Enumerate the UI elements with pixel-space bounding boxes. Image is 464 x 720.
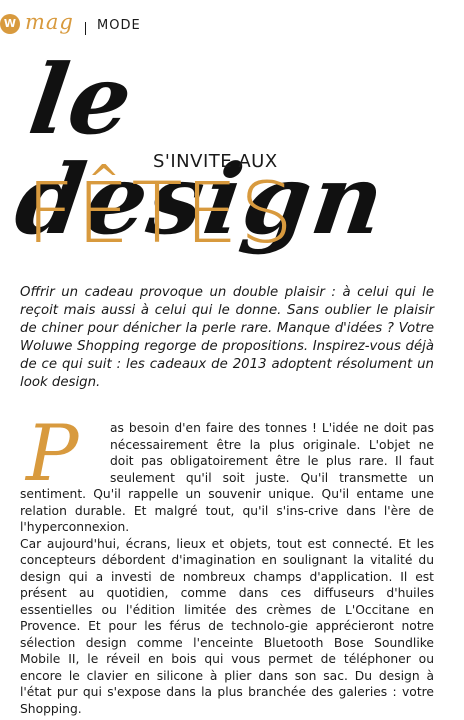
mag-logo: mag [25,10,74,34]
title-main: FÊTES [26,164,296,262]
article-paragraph-2: Car aujourd'hui, écrans, lieux et objets… [20,536,434,716]
header-separator [85,22,86,35]
w-logo-badge: W [0,14,20,34]
section-label: MODE [97,18,141,33]
magazine-header: W mag MODE [0,8,464,36]
lead-paragraph: Offrir un cadeau provoque un double plai… [20,285,434,390]
article-body: P as besoin d'en faire des tonnes ! L'id… [20,409,434,717]
drop-cap: P [26,409,79,499]
